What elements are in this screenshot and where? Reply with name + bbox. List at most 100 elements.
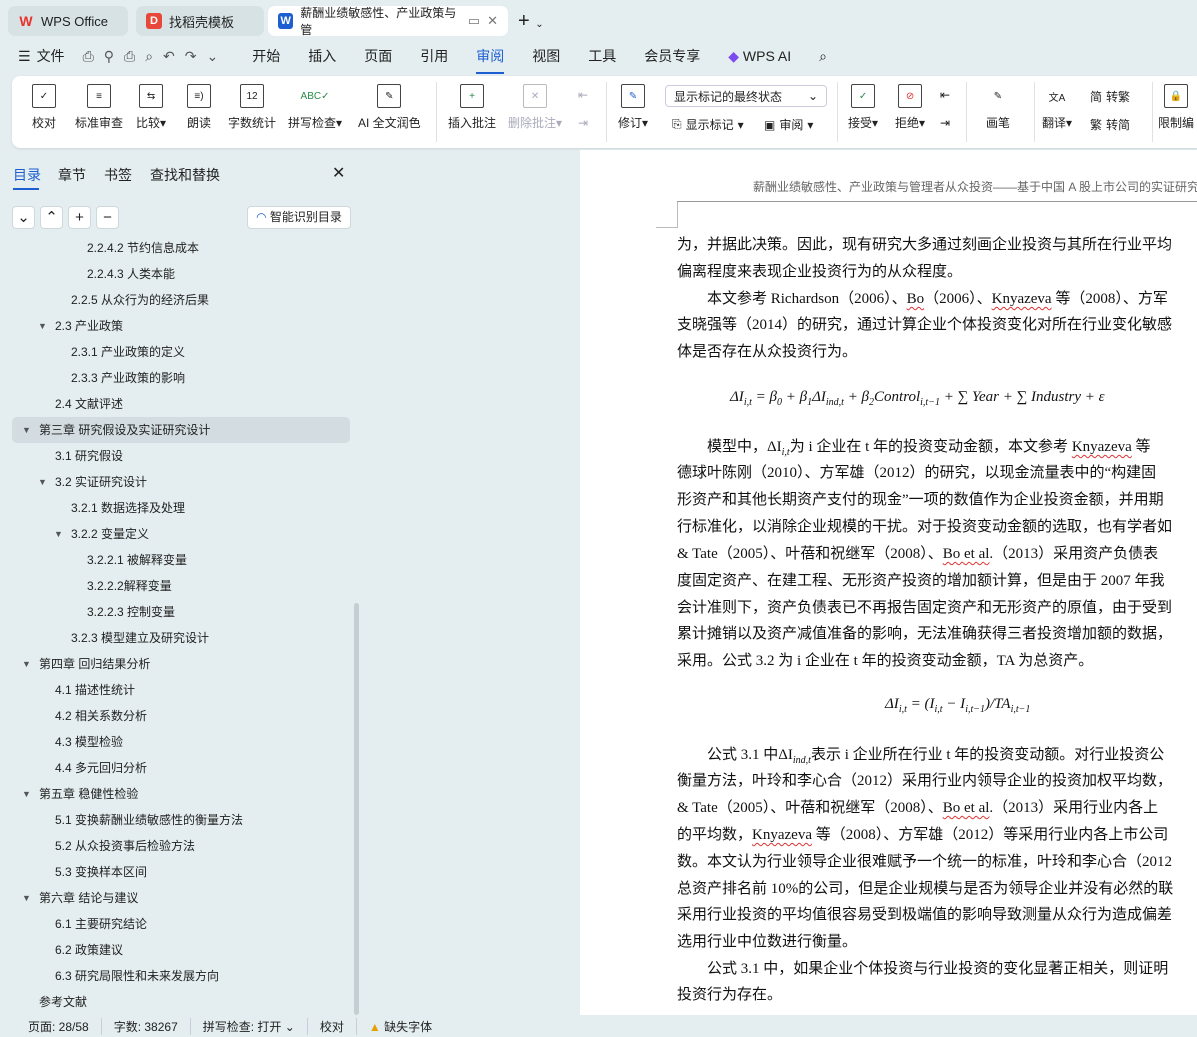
menu-page[interactable]: 页面	[364, 46, 392, 66]
toc-item[interactable]: 5.1 变换薪酬业绩敏感性的衡量方法	[12, 807, 350, 833]
search-icon[interactable]: ⌕	[819, 48, 827, 65]
to-traditional-button[interactable]: 简转繁	[1090, 88, 1130, 105]
delete-comment-button[interactable]: ✕ 删除批注▾	[508, 84, 562, 131]
translate-button[interactable]: 文A 翻译▾	[1042, 84, 1072, 131]
pen-button[interactable]: ✎ 画笔	[986, 84, 1010, 131]
page-indicator[interactable]: 页面: 28/58	[16, 1017, 102, 1035]
toc-item[interactable]: 参考文献	[12, 989, 350, 1015]
tab-chapters[interactable]: 章节	[58, 165, 86, 185]
missing-font-status[interactable]: ▲ 缺失字体	[357, 1018, 444, 1035]
toc-item[interactable]: 4.2 相关系数分析	[12, 703, 350, 729]
toc-item[interactable]: 3.2.2.2解释变量	[12, 573, 350, 599]
next-comment-icon[interactable]: ⇥	[578, 116, 588, 130]
prev-change-icon[interactable]: ⇤	[940, 88, 950, 102]
toc-item[interactable]: ▼ 第四章 回归结果分析	[12, 651, 350, 677]
close-tab-icon[interactable]: ✕	[487, 13, 498, 29]
menu-wps-ai[interactable]: ◆ WPS AI	[728, 48, 791, 65]
collapse-all-button[interactable]: −	[96, 206, 119, 229]
toc-item[interactable]: 3.2.2.3 控制变量	[12, 599, 350, 625]
new-tab-button[interactable]: + ⌄	[518, 10, 544, 33]
menu-tools[interactable]: 工具	[588, 46, 616, 66]
show-markup-button[interactable]: ⎘ 显示标记 ▾	[672, 116, 744, 133]
insert-comment-button[interactable]: + 插入批注	[448, 84, 496, 131]
menu-view[interactable]: 视图	[532, 46, 560, 66]
toc-item[interactable]: ▼ 第三章 研究假设及实证研究设计	[12, 417, 350, 443]
menu-insert[interactable]: 插入	[308, 46, 336, 66]
toc-item[interactable]: ▼ 第五章 稳健性检验	[12, 781, 350, 807]
toc-item[interactable]: 2.4 文献评述	[12, 391, 350, 417]
quick-access-icons[interactable]: ⎙⚲⎙⌕↶↷⌄	[83, 48, 229, 65]
menu-review[interactable]: 审阅	[476, 46, 505, 74]
expand-arrow-icon[interactable]: ▼	[54, 521, 63, 547]
tab-find-replace[interactable]: 查找和替换	[150, 165, 220, 185]
menu-reference[interactable]: 引用	[420, 46, 448, 66]
toc-item[interactable]: 6.1 主要研究结论	[12, 911, 350, 937]
sidebar-scrollbar[interactable]	[354, 603, 359, 1015]
expand-arrow-icon[interactable]: ▼	[38, 469, 47, 495]
collapse-up-button[interactable]: ⌃	[40, 206, 63, 229]
proofread-status[interactable]: 校对	[308, 1017, 357, 1035]
toc-item-label: 6.2 政策建议	[55, 943, 124, 957]
std-review-button[interactable]: ≡ 标准审查	[75, 84, 123, 131]
toc-item[interactable]: 2.3.3 产业政策的影响	[12, 365, 350, 391]
toc-item[interactable]: 3.1 研究假设	[12, 443, 350, 469]
toc-item[interactable]: ▼ 3.2 实证研究设计	[12, 469, 350, 495]
toc-item[interactable]: 2.3.1 产业政策的定义	[12, 339, 350, 365]
word-doc-icon: W	[278, 13, 294, 29]
toc-item[interactable]: 5.3 变换样本区间	[12, 859, 350, 885]
proofread-button[interactable]: ✓ 校对	[32, 84, 56, 131]
hamburger-icon[interactable]: ☰	[18, 48, 31, 65]
expand-all-button[interactable]: +	[68, 206, 91, 229]
toc-item[interactable]: 6.2 政策建议	[12, 937, 350, 963]
toc-item[interactable]: 2.2.4.3 人类本能	[12, 261, 350, 287]
tab-bookmarks[interactable]: 书签	[104, 165, 132, 185]
prev-comment-icon[interactable]: ⇤	[578, 88, 588, 102]
next-change-icon[interactable]: ⇥	[940, 116, 950, 130]
spell-check-status[interactable]: 拼写检查: 打开 ⌄	[191, 1017, 308, 1035]
toc-item[interactable]: 3.2.1 数据选择及处理	[12, 495, 350, 521]
toc-item[interactable]: ▼ 第六章 结论与建议	[12, 885, 350, 911]
expand-arrow-icon[interactable]: ▼	[22, 781, 31, 807]
word-count[interactable]: 字数: 38267	[102, 1017, 191, 1035]
revise-button[interactable]: ✎ 修订▾	[618, 84, 648, 131]
toc-item-label: 3.2.1 数据选择及处理	[71, 501, 186, 515]
markup-state-select[interactable]: 显示标记的最终状态 ⌄	[665, 85, 827, 107]
expand-arrow-icon[interactable]: ▼	[22, 417, 31, 443]
expand-arrow-icon[interactable]: ▼	[38, 313, 47, 339]
accept-button[interactable]: ✓ 接受▾	[848, 84, 878, 131]
toc-item[interactable]: 3.2.2.1 被解释变量	[12, 547, 350, 573]
toc-item[interactable]: 2.2.5 从众行为的经济后果	[12, 287, 350, 313]
tab-docer[interactable]: D 找稻壳模板	[136, 6, 264, 36]
word-count-button[interactable]: 12 字数统计	[228, 84, 276, 131]
reject-button[interactable]: ⊘ 拒绝▾	[895, 84, 925, 131]
compare-button[interactable]: ⇆ 比较▾	[136, 84, 166, 131]
toc-item[interactable]: 4.4 多元回归分析	[12, 755, 350, 781]
to-simplified-button[interactable]: 繁转简	[1090, 116, 1130, 133]
tab-document[interactable]: W 薪酬业绩敏感性、产业政策与管 ▭ ✕	[268, 6, 508, 37]
restrict-edit-button[interactable]: 🔒 限制编	[1158, 84, 1194, 131]
equation: ΔIi,t = β0 + β1ΔIind,t + β2Controli,t−1 …	[730, 389, 1105, 408]
read-aloud-button[interactable]: ≡) 朗读	[187, 84, 211, 131]
toc-item[interactable]: 5.2 从众投资事后检验方法	[12, 833, 350, 859]
toc-item[interactable]: 3.2.3 模型建立及研究设计	[12, 625, 350, 651]
review-pane-button[interactable]: ▣ 审阅 ▾	[764, 116, 813, 133]
document-line: 度固定资产、在建工程、无形资产投资的增加额计算，但是由于 2007 年我	[677, 573, 1165, 589]
menu-file[interactable]: 文件	[37, 46, 65, 66]
menu-start[interactable]: 开始	[252, 46, 280, 66]
toc-item[interactable]: 4.1 描述性统计	[12, 677, 350, 703]
spell-check-button[interactable]: ABC✓ 拼写检查▾	[288, 84, 342, 131]
collapse-down-button[interactable]: ⌄	[12, 206, 35, 229]
toc-item[interactable]: 6.3 研究局限性和未来发展方向	[12, 963, 350, 989]
close-icon[interactable]: ✕	[332, 163, 345, 183]
tab-toc[interactable]: 目录	[13, 165, 41, 185]
toc-item[interactable]: 4.3 模型检验	[12, 729, 350, 755]
tab-wps-office[interactable]: W WPS Office	[8, 6, 128, 36]
toc-item[interactable]: ▼ 2.3 产业政策	[12, 313, 350, 339]
toc-item[interactable]: 2.2.4.2 节约信息成本	[12, 235, 350, 261]
ai-polish-button[interactable]: ✎ AI 全文润色	[358, 84, 421, 131]
toc-item[interactable]: ▼ 3.2.2 变量定义	[12, 521, 350, 547]
menu-member[interactable]: 会员专享	[644, 46, 700, 66]
smart-toc-button[interactable]: ◠ 智能识别目录	[247, 206, 351, 229]
expand-arrow-icon[interactable]: ▼	[22, 651, 31, 677]
expand-arrow-icon[interactable]: ▼	[22, 885, 31, 911]
